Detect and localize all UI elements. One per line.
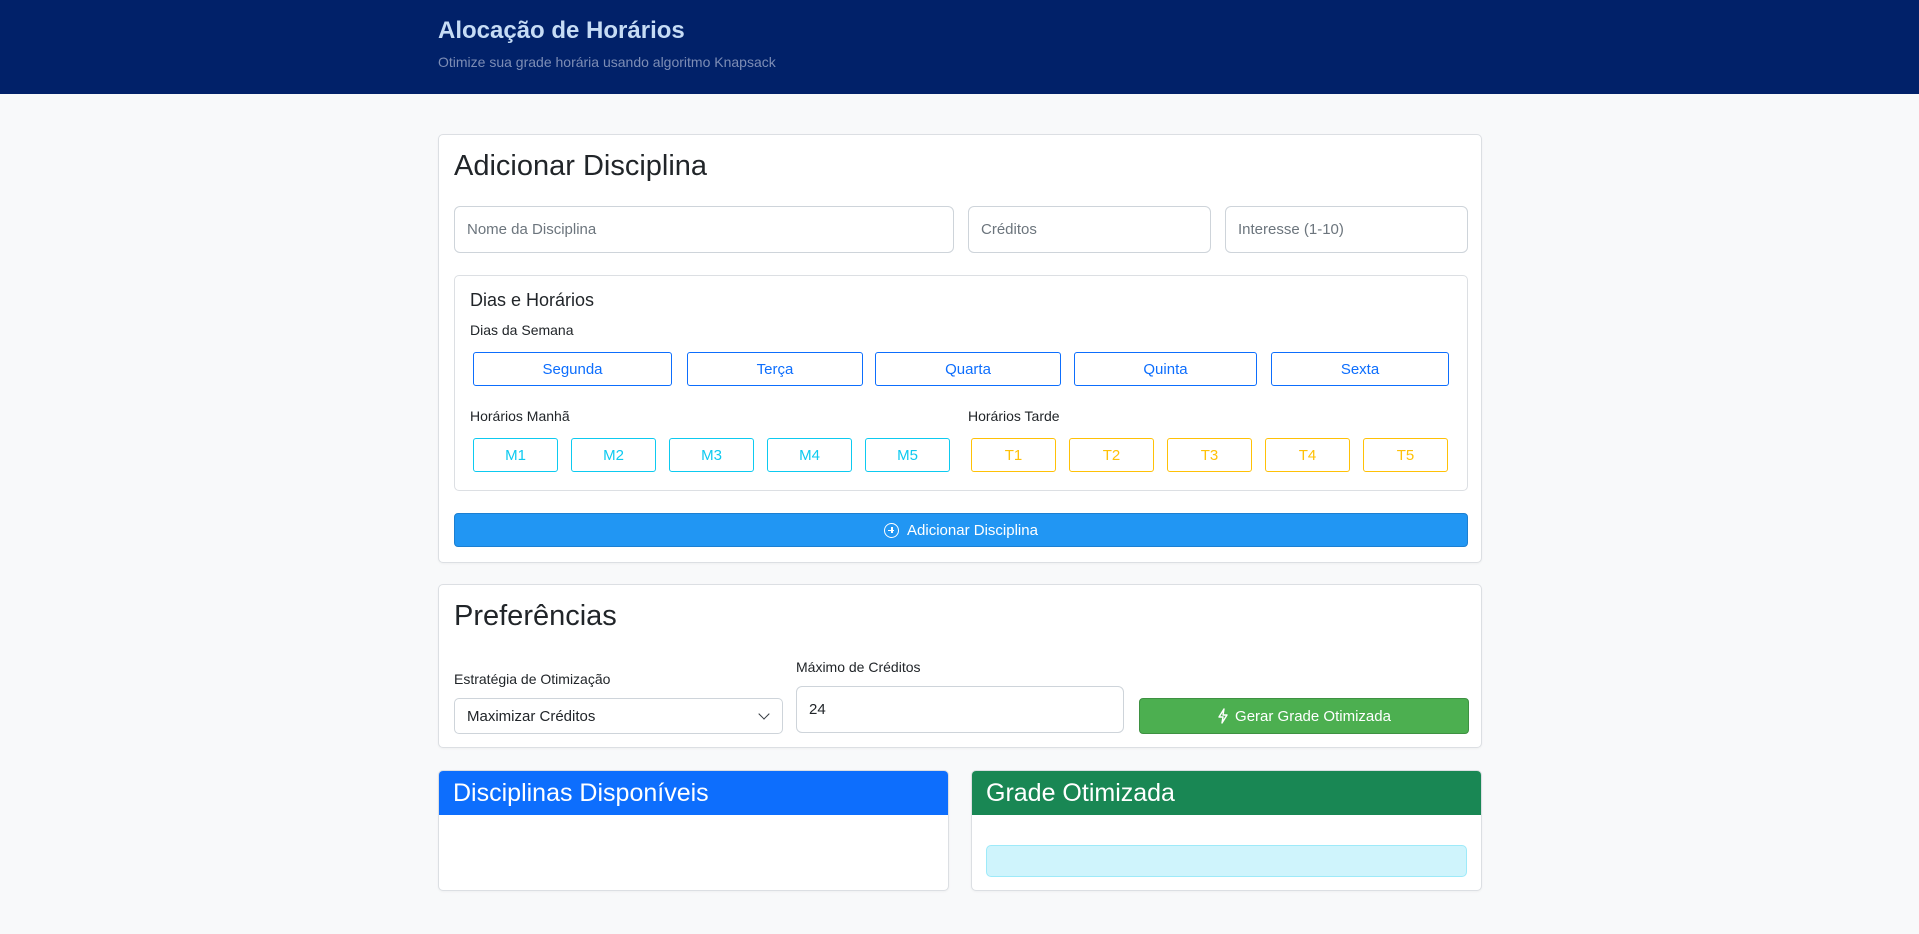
available-disciplines-header: Disciplinas Disponíveis <box>439 771 948 815</box>
add-discipline-button-label: Adicionar Disciplina <box>907 521 1038 539</box>
afternoon-label: Horários Tarde <box>968 408 1060 424</box>
optimized-schedule-title: Grade Otimizada <box>986 778 1175 807</box>
plus-circle-icon <box>884 522 900 538</box>
afternoon-slot-t1[interactable]: T1 <box>971 438 1056 472</box>
optimized-schedule-alert <box>986 845 1467 877</box>
chevron-down-icon <box>758 708 770 720</box>
strategy-select-value: Maximizar Créditos <box>467 707 596 725</box>
day-button-segunda[interactable]: Segunda <box>473 352 672 386</box>
credits-input[interactable] <box>968 206 1211 253</box>
afternoon-slot-t4[interactable]: T4 <box>1265 438 1350 472</box>
preferences-title: Preferências <box>454 600 617 632</box>
app-title: Alocação de Horários <box>438 17 685 44</box>
add-discipline-card: Adicionar Disciplina Dias e Horários Dia… <box>438 134 1482 563</box>
optimized-schedule-header: Grade Otimizada <box>972 771 1481 815</box>
days-label: Dias da Semana <box>470 322 574 338</box>
afternoon-slot-t5[interactable]: T5 <box>1363 438 1448 472</box>
max-credits-label: Máximo de Créditos <box>796 659 921 675</box>
morning-slot-m2[interactable]: M2 <box>571 438 656 472</box>
day-button-terca[interactable]: Terça <box>687 352 863 386</box>
app-subtitle: Otimize sua grade horária usando algorit… <box>438 54 776 70</box>
strategy-label: Estratégia de Otimização <box>454 671 611 687</box>
morning-slot-m4[interactable]: M4 <box>767 438 852 472</box>
morning-label: Horários Manhã <box>470 408 570 424</box>
add-discipline-button[interactable]: Adicionar Disciplina <box>454 513 1468 547</box>
app-header: Alocação de Horários Otimize sua grade h… <box>0 0 1919 94</box>
available-disciplines-title: Disciplinas Disponíveis <box>453 778 709 807</box>
day-button-sexta[interactable]: Sexta <box>1271 352 1449 386</box>
add-discipline-title: Adicionar Disciplina <box>454 150 708 182</box>
afternoon-slot-t3[interactable]: T3 <box>1167 438 1252 472</box>
max-credits-input[interactable] <box>796 686 1124 733</box>
afternoon-slot-t2[interactable]: T2 <box>1069 438 1154 472</box>
preferences-card: Preferências Estratégia de Otimização Ma… <box>438 584 1482 748</box>
available-disciplines-panel: Disciplinas Disponíveis <box>438 770 949 891</box>
morning-slot-m1[interactable]: M1 <box>473 438 558 472</box>
lightning-icon <box>1218 708 1228 724</box>
schedule-title: Dias e Horários <box>470 290 595 310</box>
strategy-select[interactable]: Maximizar Créditos <box>454 698 783 734</box>
schedule-box: Dias e Horários Dias da Semana Segunda T… <box>454 275 1468 491</box>
morning-slot-m5[interactable]: M5 <box>865 438 950 472</box>
discipline-name-input[interactable] <box>454 206 954 253</box>
day-button-quinta[interactable]: Quinta <box>1074 352 1257 386</box>
generate-schedule-button[interactable]: Gerar Grade Otimizada <box>1139 698 1469 734</box>
morning-slot-m3[interactable]: M3 <box>669 438 754 472</box>
generate-schedule-button-label: Gerar Grade Otimizada <box>1235 707 1391 725</box>
optimized-schedule-panel: Grade Otimizada <box>971 770 1482 891</box>
interest-input[interactable] <box>1225 206 1468 253</box>
day-button-quarta[interactable]: Quarta <box>875 352 1061 386</box>
